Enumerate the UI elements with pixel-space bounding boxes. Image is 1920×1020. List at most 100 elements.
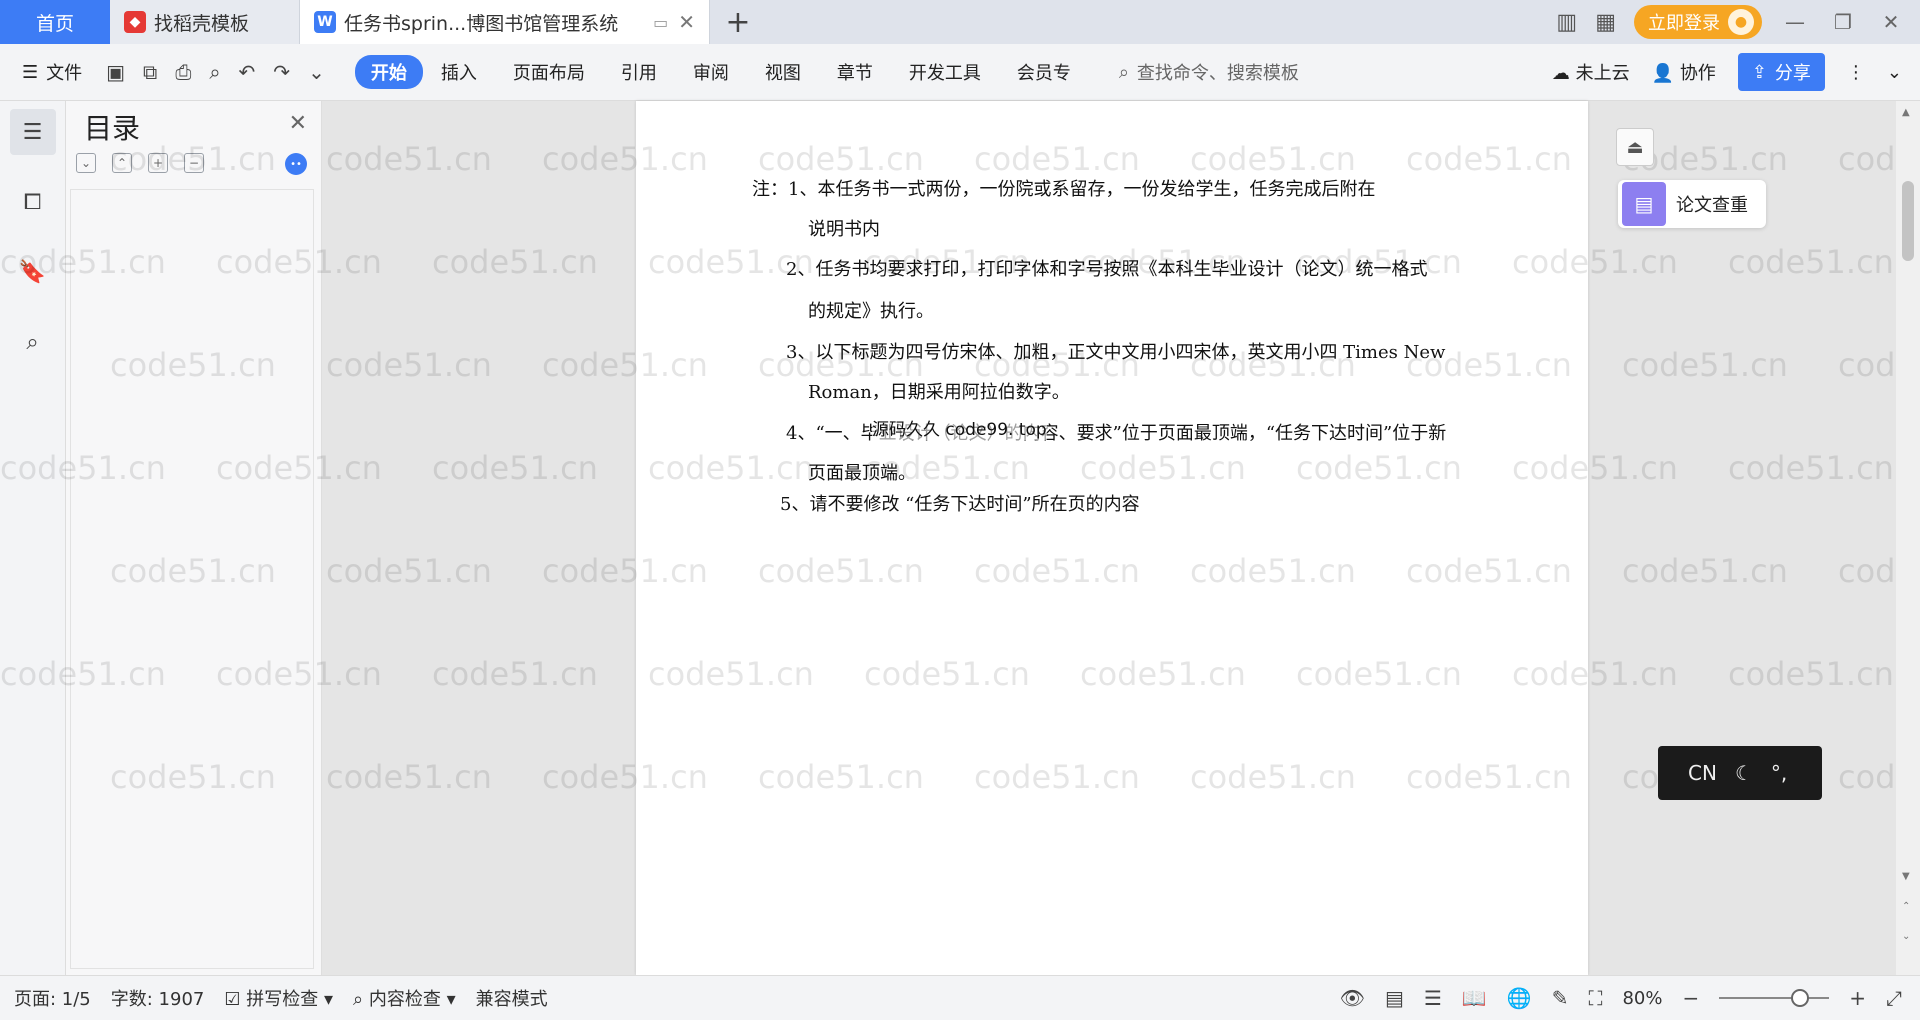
toc-panel: 目录 ✕ ⌄ ⌃ + − •• [66, 101, 322, 975]
file-menu-label: 文件 [46, 63, 83, 84]
page-down-icon[interactable]: ⌄ [1902, 931, 1910, 942]
restore-icon[interactable]: ❐ [1828, 10, 1858, 34]
zoom-slider[interactable] [1719, 989, 1830, 1007]
tab-home[interactable]: 首页 [0, 0, 110, 44]
tab-review[interactable]: 审阅 [675, 59, 747, 85]
add-heading-icon[interactable]: + [148, 153, 168, 173]
tab-view[interactable]: 视图 [747, 59, 819, 85]
tab-developer[interactable]: 开发工具 [891, 59, 999, 85]
spell-check-toggle[interactable]: ☑ 拼写检查 ▾ [224, 985, 333, 1011]
close-tab-icon[interactable]: ✕ [678, 10, 695, 34]
doc-line: 说明书内 [808, 219, 880, 240]
tab-start[interactable]: 开始 [354, 55, 423, 89]
tab-templates-label: 找稻壳模板 [154, 12, 250, 35]
save-icon[interactable]: ▣ [106, 60, 125, 84]
minimize-icon[interactable]: — [1780, 10, 1810, 34]
cloud-label: 未上云 [1575, 63, 1630, 84]
bookmark-icon[interactable]: 🔖 [10, 249, 56, 295]
navigation-icon[interactable]: ⧠ [10, 179, 56, 225]
new-tab-button[interactable]: + [710, 0, 766, 44]
ime-lang: CN [1688, 761, 1717, 785]
remove-heading-icon[interactable]: − [184, 153, 204, 173]
compat-mode: 兼容模式 [475, 989, 548, 1010]
scroll-down-icon[interactable]: ▼ [1902, 871, 1910, 882]
tab-templates[interactable]: ◆ 找稻壳模板 [110, 0, 300, 44]
content-check-label: 内容检查 [368, 989, 441, 1010]
tab-document[interactable]: W 任务书sprin...博图书馆管理系统 ▭ ✕ [300, 0, 710, 44]
vertical-scrollbar[interactable]: ▲ ▼ ⌃ ⌄ [1896, 101, 1920, 975]
zoom-out-icon[interactable]: − [1682, 986, 1699, 1010]
file-menu[interactable]: ☰ 文件 [0, 59, 82, 85]
undo-icon[interactable]: ↶ [239, 60, 256, 84]
left-rail: ☰ ⧠ 🔖 ⌕ [0, 101, 66, 975]
command-search[interactable]: ⌕ 查找命令、搜索模板 [1119, 59, 1299, 85]
hamburger-icon: ☰ [22, 61, 39, 83]
collapse-ribbon-icon[interactable]: ⌄ [1887, 62, 1902, 83]
collab-button[interactable]: 👤 协作 [1652, 59, 1716, 85]
write-mode-icon[interactable]: ✎ [1552, 986, 1569, 1010]
layout-icon[interactable]: ▥ [1556, 10, 1577, 35]
content-check-toggle[interactable]: ⌕ 内容检查 ▾ [353, 985, 456, 1011]
doc-line: 3、以下标题为四号仿宋体、加粗，正文中文用小四宋体，英文用小四 Times Ne… [786, 342, 1446, 363]
collapse-all-icon[interactable]: ⌃ [112, 153, 132, 173]
tab-insert[interactable]: 插入 [423, 59, 495, 85]
eye-protection-icon[interactable]: 👁 [1340, 986, 1365, 1010]
share-button[interactable]: ⇪ 分享 [1737, 53, 1825, 91]
doc-line: 2、任务书均要求打印，打印字体和字号按照《本科生毕业设计（论文）统一格式 [786, 259, 1428, 280]
doc-line: 的规定》执行。 [808, 301, 934, 322]
paper-check-icon: ▤ [1622, 182, 1666, 226]
more-dropdown-icon[interactable]: ⌄ [308, 60, 325, 84]
apps-grid-icon[interactable]: ▦ [1595, 10, 1616, 35]
moon-icon[interactable]: ☾ [1735, 761, 1753, 785]
wps-writer-icon: W [314, 11, 336, 33]
punctuation-icon[interactable]: °, [1771, 761, 1787, 785]
cloud-icon: ☁ [1551, 63, 1570, 84]
page-up-icon[interactable]: ⌃ [1902, 901, 1910, 912]
tab-references[interactable]: 引用 [603, 59, 675, 85]
tab-page-layout[interactable]: 页面布局 [495, 59, 603, 85]
page-view-icon[interactable]: ▤ [1385, 986, 1404, 1010]
redo-icon[interactable]: ↷ [273, 60, 290, 84]
login-label: 立即登录 [1648, 13, 1720, 34]
zoom-slider-knob[interactable] [1791, 989, 1810, 1007]
more-options-icon[interactable]: ⋮ [1847, 62, 1865, 83]
tab-chapter[interactable]: 章节 [819, 59, 891, 85]
tab-document-label: 任务书sprin...博图书馆管理系统 [344, 12, 619, 35]
close-window-icon[interactable]: ✕ [1876, 10, 1906, 34]
toc-title: 目录 [84, 112, 141, 145]
monitor-icon[interactable]: ▭ [653, 13, 668, 32]
expand-all-icon[interactable]: ⌄ [76, 153, 96, 173]
scroll-thumb[interactable] [1902, 181, 1914, 261]
login-button[interactable]: 立即登录 ● [1634, 5, 1762, 39]
ribbon-toolbar: ☰ 文件 ▣ ⧉ ⎙ ⌕ ↶ ↷ ⌄ 开始 插入 页面布局 引用 审阅 视图 章… [0, 44, 1920, 101]
status-bar: 页面: 1/5 字数: 1907 ☑ 拼写检查 ▾ ⌕ 内容检查 ▾ 兼容模式 … [0, 975, 1920, 1020]
collab-label: 协作 [1679, 63, 1716, 84]
fullscreen-icon[interactable]: ⤢ [1886, 986, 1902, 1010]
doc-line: 注：1、本任务书一式两份，一份院或系留存，一份发给学生，任务完成后附在 [752, 179, 1376, 200]
print-icon[interactable]: ⎙ [175, 60, 191, 84]
collapse-side-icon[interactable]: ⏏ [1616, 128, 1654, 166]
export-icon[interactable]: ⧉ [143, 60, 157, 84]
zoom-in-icon[interactable]: + [1849, 986, 1866, 1010]
paper-check-button[interactable]: ▤ 论文查重 [1618, 180, 1766, 228]
check-icon: ☑ [224, 989, 241, 1010]
tab-member[interactable]: 会员专 [999, 59, 1089, 85]
scroll-up-icon[interactable]: ▲ [1902, 107, 1910, 118]
search-placeholder: 查找命令、搜索模板 [1136, 63, 1299, 84]
word-count[interactable]: 字数: 1907 [111, 985, 205, 1011]
reading-view-icon[interactable]: 📖 [1462, 986, 1487, 1010]
page-indicator[interactable]: 页面: 1/5 [14, 985, 91, 1011]
ime-toolbar[interactable]: CN ☾ °, [1658, 746, 1822, 800]
outline-view-icon[interactable]: ☰ [1424, 986, 1442, 1010]
document-page[interactable]: 注：1、本任务书一式两份，一份院或系留存，一份发给学生，任务完成后附在 说明书内… [636, 101, 1588, 975]
zoom-level[interactable]: 80% [1622, 988, 1662, 1009]
toc-panel-icon[interactable]: ☰ [9, 109, 56, 155]
fit-page-icon[interactable]: ⛶ [1588, 986, 1602, 1010]
cloud-status[interactable]: ☁ 未上云 [1552, 59, 1630, 85]
close-icon[interactable]: ✕ [289, 111, 307, 136]
ai-assistant-icon[interactable]: •• [285, 153, 307, 175]
titlebar-right: ▥ ▦ 立即登录 ● — ❐ ✕ [1556, 0, 1920, 44]
print-preview-icon[interactable]: ⌕ [209, 60, 220, 84]
find-icon[interactable]: ⌕ [10, 319, 56, 365]
web-view-icon[interactable]: 🌐 [1507, 986, 1532, 1010]
